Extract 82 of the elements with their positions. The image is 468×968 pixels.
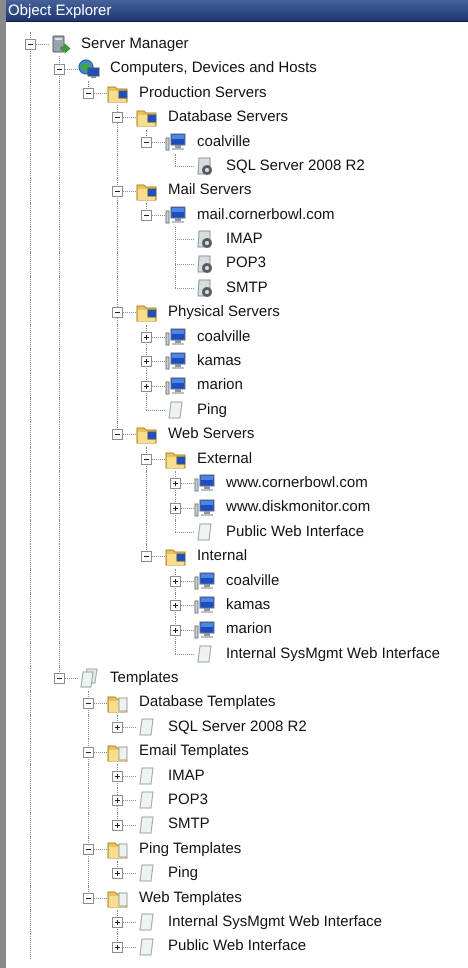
tree-item[interactable]: Internal SysMgmt Web Interface (225, 642, 441, 666)
collapse-toggle[interactable] (112, 429, 123, 440)
collapse-toggle[interactable] (83, 88, 94, 99)
tree-item[interactable]: kamas (225, 594, 272, 616)
tree-item[interactable]: Ping (167, 862, 200, 885)
tree-item[interactable]: Public Web Interface (167, 935, 308, 958)
tree-item[interactable]: www.diskmonitor.com (225, 496, 372, 519)
tree-item[interactable]: Server Manager (80, 32, 190, 56)
computer-icon (165, 132, 187, 152)
tree-item[interactable]: IMAP (167, 764, 206, 788)
tree-item[interactable]: SMTP (167, 813, 211, 836)
computer-icon (165, 326, 187, 347)
tree-item[interactable]: POP3 (225, 252, 268, 275)
expand-toggle[interactable] (141, 380, 152, 392)
tree-item[interactable]: marion (196, 374, 244, 397)
collapse-toggle[interactable] (141, 551, 152, 562)
tree-item[interactable]: Computers, Devices and Hosts (109, 57, 318, 80)
collapse-toggle[interactable] (141, 454, 152, 465)
collapse-toggle[interactable] (112, 307, 123, 318)
collapse-toggle[interactable] (141, 136, 152, 148)
tree-item[interactable]: kamas (196, 350, 242, 373)
collapse-toggle[interactable] (54, 673, 65, 684)
collapse-toggle[interactable] (83, 698, 94, 709)
tree-item[interactable]: mail.cornerbowl.com (196, 204, 336, 226)
tree-item[interactable]: Production Servers (138, 82, 268, 104)
tree-item[interactable]: coalville (196, 326, 252, 348)
tree-item[interactable]: marion (225, 618, 273, 641)
tree-item[interactable]: SQL Server 2008 R2 (225, 154, 366, 178)
expand-toggle[interactable] (112, 868, 123, 880)
tree-item[interactable]: IMAP (225, 228, 264, 251)
expand-toggle[interactable] (112, 942, 123, 953)
computer-icon (194, 620, 216, 640)
collapse-toggle[interactable] (83, 892, 94, 904)
tree-item[interactable]: Physical Servers (167, 301, 281, 324)
computer-icon (194, 570, 216, 591)
computer-icon (165, 204, 187, 225)
expand-toggle[interactable] (112, 820, 123, 831)
tree-item[interactable]: Email Templates (138, 740, 250, 763)
tree-item[interactable]: Public Web Interface (225, 520, 366, 544)
tree-item[interactable]: coalville (225, 570, 280, 592)
tree-item[interactable]: Ping Templates (138, 838, 242, 860)
computer-icon (194, 595, 216, 616)
expand-toggle[interactable] (112, 770, 123, 782)
tree-item[interactable]: www.cornerbowl.com (225, 472, 369, 494)
tree-item[interactable]: SMTP (225, 276, 269, 300)
collapse-toggle[interactable] (54, 64, 65, 75)
tree-item[interactable]: coalville (196, 130, 252, 153)
globe-computer-icon (78, 58, 100, 79)
computer-icon (165, 376, 187, 396)
expand-toggle[interactable] (112, 795, 123, 806)
tree-item[interactable]: POP3 (167, 789, 210, 812)
tree-item[interactable]: Internal SysMgmt Web Interface (167, 911, 383, 934)
tree-item[interactable]: Database Servers (167, 106, 290, 129)
collapse-toggle[interactable] (83, 746, 94, 758)
documents-icon (78, 668, 100, 688)
expand-toggle[interactable] (141, 332, 152, 343)
tree-item[interactable]: Mail Servers (167, 179, 252, 202)
panel-title: Object Explorer (6, 0, 468, 22)
tree-item[interactable]: Web Templates (138, 886, 243, 910)
collapse-toggle[interactable] (112, 112, 123, 124)
computer-icon (194, 473, 216, 494)
tree-item[interactable]: Internal (196, 545, 248, 568)
collapse-toggle[interactable] (112, 186, 123, 197)
expand-toggle[interactable] (170, 502, 181, 514)
computer-icon (165, 351, 187, 372)
tree-item[interactable]: Database Templates (138, 691, 276, 714)
expand-toggle[interactable] (170, 624, 181, 636)
expand-toggle[interactable] (112, 917, 123, 928)
tree-item[interactable]: Templates (109, 667, 180, 690)
expand-toggle[interactable] (170, 600, 181, 612)
computer-icon (194, 498, 216, 518)
collapse-toggle[interactable] (141, 210, 152, 221)
expand-toggle[interactable] (141, 356, 152, 368)
expand-toggle[interactable] (170, 576, 181, 587)
expand-toggle[interactable] (112, 722, 123, 734)
tree-item[interactable]: SQL Server 2008 R2 (167, 716, 308, 738)
tree-item[interactable]: External (196, 448, 254, 470)
expand-toggle[interactable] (170, 478, 181, 490)
collapse-toggle[interactable] (83, 844, 94, 856)
tree-item[interactable]: Web Servers (167, 423, 256, 446)
collapse-toggle[interactable] (25, 39, 36, 50)
tree-item[interactable]: Ping (196, 398, 228, 422)
